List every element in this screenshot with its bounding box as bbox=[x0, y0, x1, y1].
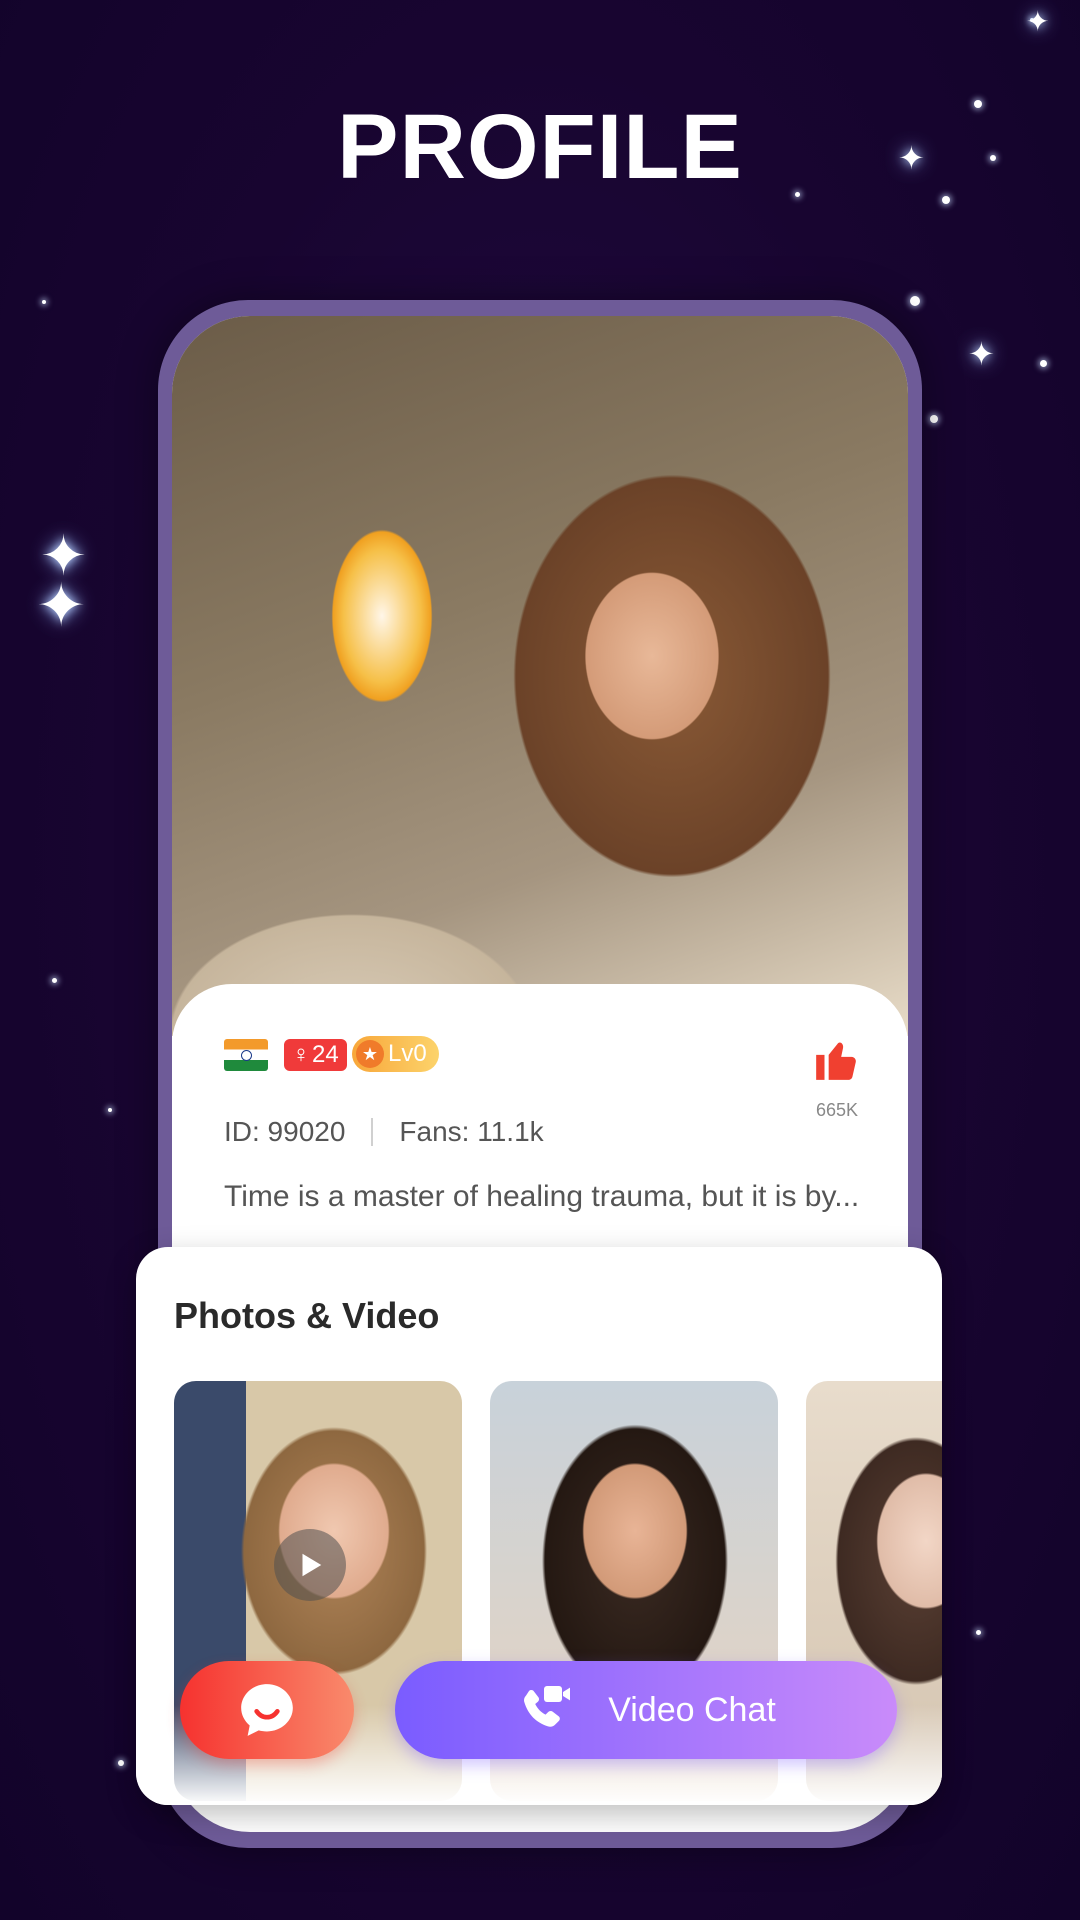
like-count: 665K bbox=[815, 1100, 859, 1120]
star-icon: ★ bbox=[356, 1040, 384, 1068]
star-decoration bbox=[108, 1108, 112, 1112]
video-chat-button[interactable]: Video Chat bbox=[395, 1661, 897, 1759]
profile-info-card: ♀ 24 ★ Lv0 665K ID: 99020 Fans: 11.1k Ti… bbox=[172, 984, 908, 1284]
level-value: Lv0 bbox=[388, 1040, 427, 1067]
photos-video-card: Photos & Video Video Chat bbox=[136, 1247, 942, 1805]
page-title: PROFILE bbox=[337, 96, 743, 198]
thumbs-up-icon[interactable] bbox=[812, 1034, 862, 1084]
bio-text: Time is a master of healing trauma, but … bbox=[224, 1180, 860, 1213]
divider bbox=[371, 1118, 374, 1146]
star-decoration bbox=[976, 1630, 981, 1635]
video-call-icon bbox=[524, 1686, 571, 1727]
star-decoration bbox=[910, 296, 920, 306]
id-fans-line: ID: 99020 Fans: 11.1k bbox=[224, 1116, 544, 1148]
age-badge: ♀ 24 bbox=[284, 1039, 347, 1071]
play-icon[interactable] bbox=[274, 1529, 346, 1601]
star-decoration bbox=[118, 1760, 124, 1766]
fans-count: Fans: 11.1k bbox=[399, 1116, 544, 1147]
star-decoration bbox=[52, 978, 57, 983]
age-value: 24 bbox=[312, 1041, 339, 1068]
female-icon: ♀ bbox=[292, 1041, 310, 1068]
india-flag-icon bbox=[224, 1039, 268, 1071]
level-badge: ★ Lv0 bbox=[352, 1036, 439, 1072]
message-button[interactable] bbox=[180, 1661, 354, 1759]
star-decoration bbox=[42, 300, 46, 304]
sparkle-icon: ✦ bbox=[36, 572, 87, 639]
profile-photo[interactable] bbox=[172, 316, 908, 1036]
star-decoration bbox=[1040, 360, 1047, 367]
video-chat-label: Video Chat bbox=[608, 1690, 776, 1729]
sparkle-icon: ✦ bbox=[1026, 6, 1050, 37]
user-id: ID: 99020 bbox=[224, 1116, 346, 1147]
sparkle-icon: ✦ bbox=[968, 336, 995, 372]
section-title: Photos & Video bbox=[174, 1295, 440, 1336]
message-icon bbox=[241, 1684, 293, 1736]
star-decoration bbox=[930, 415, 938, 423]
